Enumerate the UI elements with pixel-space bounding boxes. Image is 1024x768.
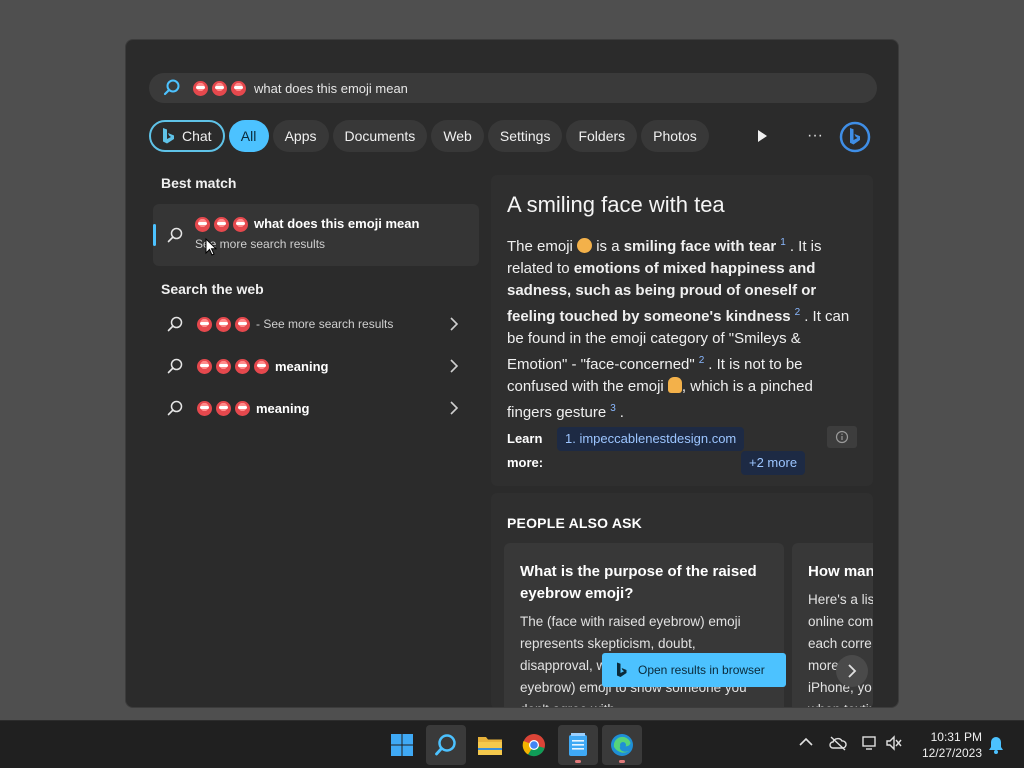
source-link[interactable]: 1. impeccablenestdesign.com — [557, 427, 745, 451]
cloud-offline-icon[interactable] — [829, 735, 847, 751]
chrome-button[interactable] — [514, 725, 554, 765]
filter-bar: Chat All Apps Documents Web Settings Fol… — [149, 120, 709, 152]
chevron-right-icon — [848, 664, 857, 678]
chevron-right-icon — [450, 359, 459, 373]
best-match-title: what does this emoji mean — [195, 216, 419, 233]
people-also-ask-section: PEOPLE ALSO ASK What is the purpose of t… — [491, 493, 873, 707]
search-icon — [167, 316, 183, 332]
emoji-icon — [216, 400, 231, 416]
emoji-icon — [212, 80, 227, 96]
emoji-icon — [233, 217, 248, 233]
emoji-icon — [197, 400, 212, 416]
selection-indicator — [153, 224, 156, 246]
open-in-browser-button[interactable]: Open results in browser — [602, 653, 786, 687]
mouse-cursor-icon — [205, 238, 217, 256]
emoji-icon — [235, 400, 250, 416]
emoji-icon — [195, 217, 210, 233]
carousel-next-button[interactable] — [836, 655, 868, 687]
answer-title: A smiling face with tea — [507, 192, 725, 217]
edge-icon — [611, 734, 633, 756]
citation-marker[interactable]: 2 — [699, 355, 705, 366]
emoji-icon — [197, 316, 212, 332]
info-button[interactable] — [827, 426, 857, 448]
emoji-icon — [235, 316, 250, 332]
file-explorer-button[interactable] — [470, 725, 510, 765]
emoji-icon — [214, 217, 229, 233]
web-result-row[interactable]: meaning — [153, 345, 479, 387]
question-title: How man — [808, 563, 873, 580]
answer-body: The emoji is a smiling face with tear 1. … — [507, 237, 850, 421]
web-result-text: - See more search results — [256, 317, 394, 331]
search-query: what does this emoji mean — [254, 80, 408, 96]
windows-icon — [391, 734, 413, 756]
taskbar-search-button[interactable] — [426, 725, 466, 765]
answer-card: A smiling face with tea The emoji is a s… — [491, 175, 873, 486]
chevron-right-icon — [450, 401, 459, 415]
clock-time: 10:31 PM — [930, 730, 982, 744]
folder-icon — [478, 737, 502, 755]
best-match-heading: Best match — [161, 175, 237, 191]
web-result-row[interactable]: meaning — [153, 387, 479, 429]
web-result-text: meaning — [256, 400, 310, 416]
search-icon — [167, 227, 183, 243]
question-answer: Here's a lis online com each corre more.… — [808, 592, 873, 707]
tab-settings[interactable]: Settings — [487, 120, 563, 152]
tab-web[interactable]: Web — [431, 120, 484, 152]
notification-bell-icon[interactable] — [988, 736, 1004, 754]
smiling-tear-emoji-icon — [577, 238, 593, 253]
running-indicator — [619, 760, 625, 763]
search-icon — [167, 358, 183, 374]
tab-documents[interactable]: Documents — [332, 120, 428, 152]
emoji-icon — [231, 80, 246, 96]
tab-all[interactable]: All — [228, 120, 269, 152]
taskbar: 10:31 PM 12/27/2023 — [0, 720, 1024, 768]
network-icon[interactable] — [861, 735, 879, 751]
chat-button[interactable]: Chat — [149, 120, 225, 152]
bing-logo-icon[interactable] — [839, 121, 871, 153]
results-list: Best match what does this emoji mean See… — [153, 175, 479, 429]
best-match-item[interactable]: what does this emoji mean See more searc… — [153, 204, 479, 266]
running-indicator — [575, 760, 581, 763]
emoji-icon — [216, 316, 231, 332]
people-also-ask-heading: PEOPLE ALSO ASK — [507, 515, 642, 531]
emoji-icon — [216, 358, 231, 374]
citation-marker[interactable]: 1 — [780, 237, 786, 248]
tab-folders[interactable]: Folders — [566, 120, 638, 152]
notepad-icon — [569, 733, 587, 756]
emoji-icon — [197, 358, 212, 374]
citation-marker[interactable]: 2 — [795, 307, 801, 318]
more-sources-link[interactable]: +2 more — [741, 451, 806, 475]
notepad-button[interactable] — [558, 725, 598, 765]
volume-muted-icon[interactable] — [885, 735, 903, 751]
emoji-icon — [193, 80, 208, 96]
clock-date: 12/27/2023 — [921, 746, 982, 760]
emoji-icon — [235, 358, 250, 374]
more-options-button[interactable]: ··· — [802, 126, 828, 146]
tab-photos[interactable]: Photos — [641, 120, 709, 152]
play-icon[interactable] — [754, 128, 770, 144]
system-clock[interactable]: 10:31 PM 12/27/2023 — [912, 729, 982, 761]
search-icon — [163, 79, 180, 96]
pinched-fingers-emoji-icon — [667, 377, 682, 393]
tab-apps[interactable]: Apps — [272, 120, 329, 152]
search-web-heading: Search the web — [161, 281, 264, 297]
web-result-text: meaning — [275, 358, 329, 374]
search-icon — [435, 734, 456, 756]
info-icon — [835, 430, 849, 444]
edge-button[interactable] — [602, 725, 642, 765]
learn-more-label: Learn more: — [507, 431, 544, 470]
bing-icon — [163, 128, 174, 144]
search-panel: what does this emoji mean Chat All Apps … — [125, 39, 899, 708]
chrome-icon — [522, 734, 545, 757]
start-button[interactable] — [382, 725, 422, 765]
question-title: What is the purpose of the raised eyebro… — [520, 563, 757, 602]
web-result-row[interactable]: - See more search results — [153, 303, 479, 345]
emoji-icon — [254, 358, 269, 374]
chevron-up-icon[interactable] — [799, 735, 813, 749]
bing-icon — [617, 662, 627, 677]
citation-marker[interactable]: 3 — [610, 403, 616, 414]
search-input[interactable]: what does this emoji mean — [149, 73, 877, 103]
chevron-right-icon — [450, 317, 459, 331]
search-icon — [167, 400, 183, 416]
